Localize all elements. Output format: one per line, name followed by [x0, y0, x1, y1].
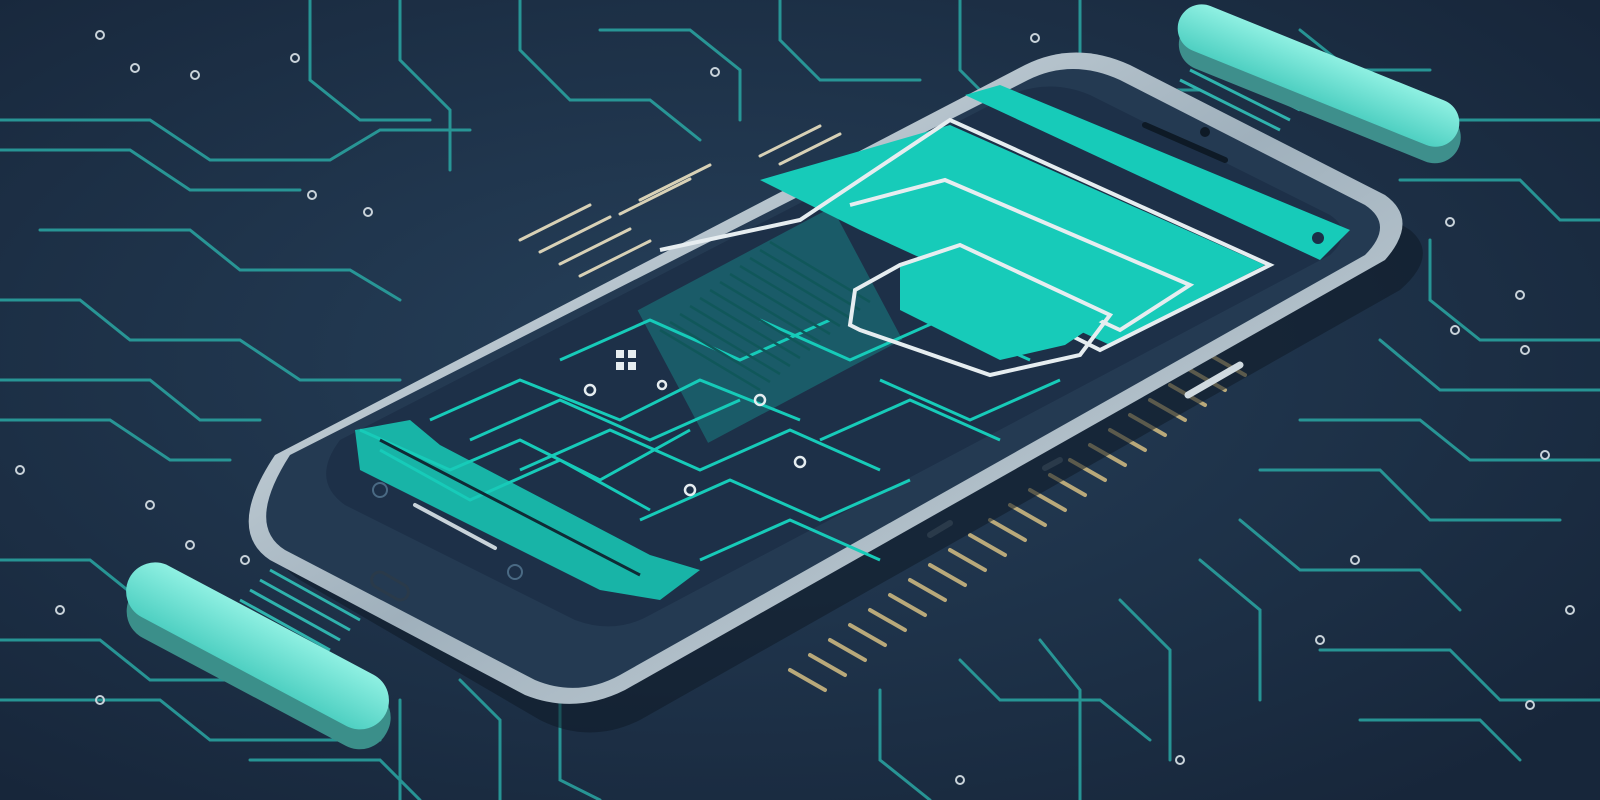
front-camera-icon [1200, 127, 1210, 137]
circuit-phone-illustration [0, 0, 1600, 800]
status-dot [1312, 232, 1324, 244]
